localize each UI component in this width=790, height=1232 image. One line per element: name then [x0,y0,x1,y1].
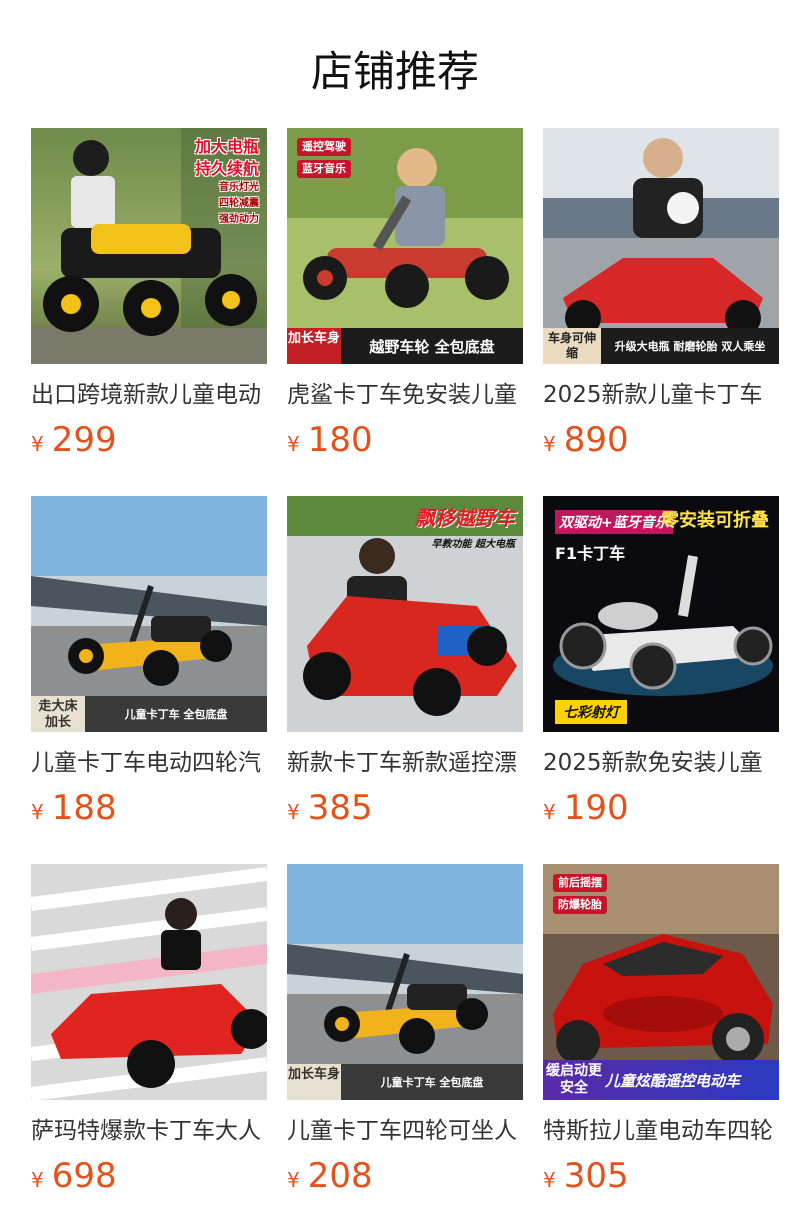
feature-line: F1卡丁车 [555,544,626,563]
product-banner: 缓启动更安全 儿童炫酷遥控电动车 [543,1060,779,1100]
product-price: ¥ 305 [543,1156,779,1196]
product-name[interactable]: 2025新款免安装儿童 [543,748,779,778]
banner-text: 儿童炫酷遥控电动车 [605,1071,741,1090]
product-card[interactable]: 飘移越野车 早教功能 超大电瓶 新款卡丁车新款遥控漂 ¥ 385 [287,496,523,828]
feature-badge: 防爆轮胎 [553,896,607,914]
banner-tag: 缓启动更安全 [546,1063,602,1096]
price-value: 305 [563,1156,629,1196]
product-banner: 加长车身 儿童卡丁车 全包底盘 [287,1064,523,1100]
banner-text: 儿童卡丁车 全包底盘 [380,1076,484,1089]
feature-badge: 蓝牙音乐 [297,160,351,178]
price-value: 190 [563,788,629,828]
product-price: ¥ 188 [31,788,267,828]
product-name[interactable]: 儿童卡丁车电动四轮汽 [31,748,267,778]
price-value: 385 [307,788,373,828]
currency-symbol: ¥ [287,800,300,824]
product-banner: 走大床 加长 儿童卡丁车 全包底盘 [31,696,267,732]
product-image[interactable]: 车身可伸缩 升级大电瓶 耐磨轮胎 双人乘坐 [543,128,779,364]
feature-line: 双驱动+蓝牙音乐 [555,510,673,534]
product-card[interactable]: 双驱动+蓝牙音乐 F1卡丁车 零安装可折叠 七彩射灯 2025新款免安装儿童 ¥… [543,496,779,828]
product-name[interactable]: 萨玛特爆款卡丁车大人 [31,1116,267,1146]
product-card[interactable]: 加大电瓶 持久续航 音乐灯光 四轮减震 强劲动力 出口跨境新款儿童电动 ¥ 29… [31,128,267,460]
product-name[interactable]: 虎鲨卡丁车免安装儿童 [287,380,523,410]
banner-text: 儿童卡丁车 全包底盘 [124,708,228,721]
currency-symbol: ¥ [31,432,44,456]
section-title: 店铺推荐 [310,47,479,96]
promo-title: 加大电瓶 [194,137,259,156]
product-name[interactable]: 出口跨境新款儿童电动 [31,380,267,410]
product-price: ¥ 190 [543,788,779,828]
banner-text: 升级大电瓶 耐磨轮胎 双人乘坐 [614,340,766,353]
promo-subtitle: 持久续航 [194,159,259,178]
currency-symbol: ¥ [31,1168,44,1192]
store-recommendations-page: 店铺推荐 加大电瓶 持久续航 音乐灯光 四轮减震 强劲动力 出口跨境新款儿童电动… [0,0,790,1232]
currency-symbol: ¥ [543,800,556,824]
feature-badge: 前后摇摆 [553,874,607,892]
promo-item: 强劲动力 [219,214,259,225]
light-badge: 七彩射灯 [555,700,627,724]
price-value: 890 [563,420,629,460]
promo-badge: 加大电瓶 持久续航 音乐灯光 四轮减震 强劲动力 [195,136,259,228]
price-value: 208 [307,1156,373,1196]
promo-item: 四轮减震 [219,198,259,209]
product-price: ¥ 385 [287,788,523,828]
product-image[interactable]: 双驱动+蓝牙音乐 F1卡丁车 零安装可折叠 七彩射灯 [543,496,779,732]
product-card[interactable]: 萨玛特爆款卡丁车大人 ¥ 698 [31,864,267,1196]
product-card[interactable]: 走大床 加长 儿童卡丁车 全包底盘 儿童卡丁车电动四轮汽 ¥ 188 [31,496,267,828]
product-image[interactable]: 飘移越野车 早教功能 超大电瓶 [287,496,523,732]
product-image[interactable]: 加大电瓶 持久续航 音乐灯光 四轮减震 强劲动力 [31,128,267,364]
product-card[interactable]: 车身可伸缩 升级大电瓶 耐磨轮胎 双人乘坐 2025新款儿童卡丁车 ¥ 890 [543,128,779,460]
product-card[interactable]: 加长车身 儿童卡丁车 全包底盘 儿童卡丁车四轮可坐人 ¥ 208 [287,864,523,1196]
product-card[interactable]: 遥控驾驶 蓝牙音乐 加长车身 越野车轮 全包底盘 虎鲨卡丁车免安装儿童 ¥ 18… [287,128,523,460]
adult-kart-photo [31,864,267,1100]
banner-tag: 车身可伸缩 [543,328,601,364]
promo-badge: 零安装可折叠 [661,510,769,531]
banner-tag: 走大床 加长 [31,696,85,732]
product-image[interactable]: 遥控驾驶 蓝牙音乐 加长车身 越野车轮 全包底盘 [287,128,523,364]
product-card[interactable]: 前后摇摆 防爆轮胎 缓启动更安全 儿童炫酷遥控电动车 特斯拉儿童电动车四轮 ¥ … [543,864,779,1196]
feature-badge: 双驱动+蓝牙音乐 F1卡丁车 [555,510,673,564]
product-image[interactable]: 走大床 加长 儿童卡丁车 全包底盘 [31,496,267,732]
price-value: 698 [51,1156,117,1196]
currency-symbol: ¥ [287,432,300,456]
promo-subtitle: 早教功能 超大电瓶 [431,539,515,550]
product-name[interactable]: 新款卡丁车新款遥控漂 [287,748,523,778]
product-name[interactable]: 儿童卡丁车四轮可坐人 [287,1116,523,1146]
currency-symbol: ¥ [543,432,556,456]
promo-item: 音乐灯光 [219,182,259,193]
banner-tag: 加长车身 [287,328,341,364]
product-price: ¥ 208 [287,1156,523,1196]
product-image[interactable]: 前后摇摆 防爆轮胎 缓启动更安全 儿童炫酷遥控电动车 [543,864,779,1100]
product-image[interactable] [31,864,267,1100]
product-image[interactable]: 加长车身 儿童卡丁车 全包底盘 [287,864,523,1100]
price-value: 180 [307,420,373,460]
price-value: 299 [51,420,117,460]
product-name[interactable]: 特斯拉儿童电动车四轮 [543,1116,779,1146]
price-value: 188 [51,788,117,828]
promo-title: 飘移越野车 [415,506,515,530]
banner-tag: 加长车身 [287,1064,341,1100]
product-banner: 加长车身 越野车轮 全包底盘 [287,328,523,364]
product-price: ¥ 698 [31,1156,267,1196]
product-price: ¥ 299 [31,420,267,460]
currency-symbol: ¥ [543,1168,556,1192]
product-name[interactable]: 2025新款儿童卡丁车 [543,380,779,410]
banner-text: 越野车轮 全包底盘 [369,337,495,356]
product-price: ¥ 180 [287,420,523,460]
product-price: ¥ 890 [543,420,779,460]
currency-symbol: ¥ [31,800,44,824]
currency-symbol: ¥ [287,1168,300,1192]
product-banner: 车身可伸缩 升级大电瓶 耐磨轮胎 双人乘坐 [543,328,779,364]
feature-badge: 遥控驾驶 [297,138,351,156]
promo-badge: 飘移越野车 早教功能 超大电瓶 [415,502,515,550]
